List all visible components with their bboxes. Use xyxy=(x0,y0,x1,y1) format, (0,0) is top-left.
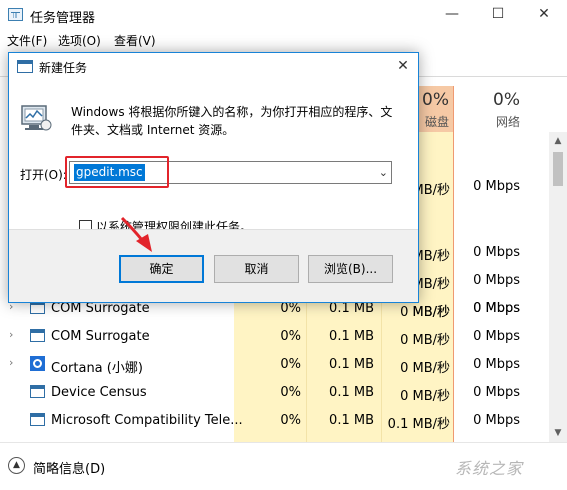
network-column-header[interactable]: 0% 网络 xyxy=(455,86,523,132)
browse-button[interactable]: 浏览(B)... xyxy=(308,255,393,283)
network-cell: 0 Mbps xyxy=(473,413,520,428)
watermark: 系统之家 xyxy=(455,459,524,478)
memory-cell: 0.1 MB xyxy=(329,413,374,428)
run-window-icon xyxy=(17,60,33,73)
dialog-body: Windows 将根据你所键入的名称，为你打开相应的程序、文件夹、文档或 Int… xyxy=(9,81,418,234)
network-cell: 0 Mbps xyxy=(473,329,520,344)
taskmgr-titlebar: 任务管理器 — ☐ ✕ xyxy=(0,0,567,30)
process-name: Cortana (小娜) xyxy=(51,361,143,376)
scroll-up-icon[interactable]: ▲ xyxy=(549,132,567,150)
open-label: 打开(O): xyxy=(20,168,67,182)
cpu-cell: 0% xyxy=(280,385,301,400)
process-name: Device Census xyxy=(51,385,147,400)
disk-cell: 0 MB/秒 xyxy=(400,305,450,320)
cancel-button[interactable]: 取消 xyxy=(214,255,299,283)
maximize-button[interactable]: ☐ xyxy=(475,0,521,30)
network-cell: 0 Mbps xyxy=(473,273,520,288)
taskmgr-app-icon xyxy=(8,8,23,21)
chevron-down-icon[interactable]: ⌄ xyxy=(379,164,388,181)
disk-cell: 0 MB/秒 xyxy=(400,333,450,348)
window-icon xyxy=(30,385,45,398)
cortana-icon xyxy=(30,356,45,371)
annotation-highlight-box xyxy=(65,156,169,188)
cpu-cell: 0% xyxy=(280,329,301,344)
scrollbar-thumb[interactable] xyxy=(553,152,563,186)
menu-options[interactable]: 选项(O) xyxy=(58,32,101,49)
process-name: COM Surrogate xyxy=(51,329,150,344)
window-icon xyxy=(30,329,45,342)
ok-button[interactable]: 确定 xyxy=(119,255,204,283)
chevron-up-circle-icon[interactable]: ▲ xyxy=(8,457,25,474)
disk-column-percent: 0% xyxy=(422,90,449,110)
dialog-titlebar[interactable]: 新建任务 ✕ xyxy=(9,53,418,81)
network-cell: 0 Mbps xyxy=(473,301,520,316)
vertical-scrollbar[interactable]: ▲ ▼ xyxy=(549,132,567,442)
memory-cell: 0.1 MB xyxy=(329,329,374,344)
disk-column-header[interactable]: 0% 磁盘 xyxy=(418,86,454,132)
run-program-icon xyxy=(21,105,52,131)
process-name: COM Surrogate xyxy=(51,301,150,316)
run-new-task-dialog: 新建任务 ✕ Windows 将根据你所键入的名称，为你打开相应的程序、文件夹、… xyxy=(8,52,419,303)
disk-cell: 0.1 MB/秒 xyxy=(387,417,450,432)
menu-file[interactable]: 文件(F) xyxy=(7,32,47,49)
scroll-down-icon[interactable]: ▼ xyxy=(549,424,567,442)
expand-chevron-icon[interactable]: › xyxy=(9,328,13,341)
table-row[interactable]: Device Census 0% 0.1 MB 0 MB/秒 0 Mbps xyxy=(0,378,550,406)
expand-chevron-icon[interactable]: › xyxy=(9,356,13,369)
minimize-button[interactable]: — xyxy=(429,0,475,30)
disk-column-label: 磁盘 xyxy=(424,115,449,129)
memory-cell: 0.1 MB xyxy=(329,301,374,316)
menu-view[interactable]: 查看(V) xyxy=(114,32,156,49)
network-cell: 0 Mbps xyxy=(473,179,520,194)
cpu-cell: 0% xyxy=(280,357,301,372)
table-row[interactable]: Microsoft Compatibility Tele... 0% 0.1 M… xyxy=(0,406,550,434)
memory-cell: 0.1 MB xyxy=(329,385,374,400)
dialog-title: 新建任务 xyxy=(39,61,88,75)
table-row[interactable]: › COM Surrogate 0% 0.1 MB 0 MB/秒 0 Mbps xyxy=(0,322,550,350)
table-row[interactable]: › Cortana (小娜) 0% 0.1 MB 0 MB/秒 0 Mbps xyxy=(0,350,550,378)
disk-cell: 0 MB/秒 xyxy=(400,361,450,376)
dialog-description: Windows 将根据你所键入的名称，为你打开相应的程序、文件夹、文档或 Int… xyxy=(71,105,393,137)
network-cell: 0 Mbps xyxy=(473,385,520,400)
network-column-label: 网络 xyxy=(495,115,520,129)
dialog-close-button[interactable]: ✕ xyxy=(388,53,418,81)
fewer-details-link[interactable]: 简略信息(D) xyxy=(33,458,105,477)
network-cell: 0 Mbps xyxy=(473,245,520,260)
memory-cell: 0.1 MB xyxy=(329,357,374,372)
network-column-percent: 0% xyxy=(493,90,520,110)
process-name: Microsoft Compatibility Tele... xyxy=(51,413,243,428)
window-icon xyxy=(30,413,45,426)
network-cell: 0 Mbps xyxy=(473,357,520,372)
disk-cell: 0 MB/秒 xyxy=(400,389,450,404)
cpu-cell: 0% xyxy=(280,301,301,316)
taskmgr-menubar: 文件(F) 选项(O) 查看(V) xyxy=(0,30,567,50)
close-button[interactable]: ✕ xyxy=(521,0,567,30)
cpu-cell: 0% xyxy=(280,413,301,428)
taskmgr-title: 任务管理器 xyxy=(30,11,96,26)
taskmgr-footer: ▲ 简略信息(D) 系统之家 xyxy=(0,443,567,490)
